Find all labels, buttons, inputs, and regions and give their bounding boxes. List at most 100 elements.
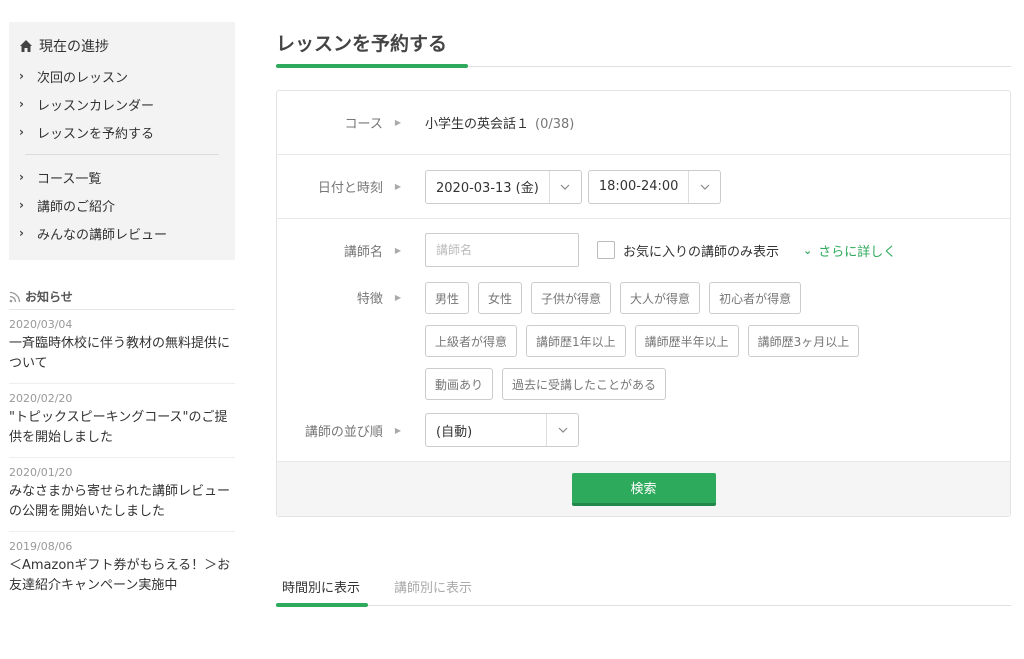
news-date: 2020/03/04 — [9, 318, 73, 331]
datetime-row: 日付と時刻 ▶ 2020-03-13 (金) 18:00-24:00 — [277, 155, 1010, 219]
sidebar-item-lesson-calendar[interactable]: › レッスンカレンダー — [19, 90, 225, 118]
triangle-right-icon: ▶ — [394, 292, 401, 302]
news-date: 2020/02/20 — [9, 392, 73, 405]
sidebar-item-label: レッスンを予約する — [37, 126, 155, 142]
sidebar-item-teachers[interactable]: › 講師のご紹介 — [19, 191, 225, 219]
news-title-label: お知らせ — [25, 290, 73, 304]
news-date: 2020/01/20 — [9, 466, 73, 479]
teacher-name-input[interactable] — [425, 233, 579, 267]
filters-section: 講師名 ▶ お気に入りの講師のみ表示 ⌄ さらに詳しく 特徴 ▶ — [277, 219, 1010, 461]
date-select-value: 2020-03-13 (金) — [436, 181, 539, 196]
teacher-name-label: 講師名 ▶ — [277, 233, 425, 267]
news-link[interactable]: "トピックスピーキングコース"のご提供を開始しました — [9, 408, 235, 448]
triangle-right-icon: ▶ — [394, 425, 401, 435]
progress-title-label: 現在の進捗 — [39, 39, 109, 55]
feature-tag-good-with-beginners[interactable]: 初心者が得意 — [709, 282, 802, 314]
progress-title: 現在の進捗 — [19, 34, 225, 58]
sidebar-item-course-list[interactable]: › コース一覧 — [19, 163, 225, 191]
news-date: 2019/08/06 — [9, 540, 73, 553]
news-item[interactable]: 2020/01/20 みなさまから寄せられた講師レビューの公開を開始いたしました — [9, 458, 235, 532]
chevron-right-icon: › — [19, 69, 24, 83]
teacher-name-label-text: 講師名 — [343, 244, 383, 260]
tab-by-teacher[interactable]: 講師別に表示 — [394, 575, 472, 603]
news-link[interactable]: 一斉臨時休校に伴う教材の無料提供について — [9, 334, 235, 374]
chevron-down-icon — [548, 170, 581, 203]
triangle-right-icon: ▶ — [394, 245, 401, 255]
teacher-name-row: 講師名 ▶ お気に入りの講師のみ表示 ⌄ さらに詳しく — [277, 233, 1010, 267]
feature-tag-good-with-advanced[interactable]: 上級者が得意 — [425, 325, 518, 357]
feature-tag-previously-taken[interactable]: 過去に受講したことがある — [502, 368, 667, 400]
sidebar-item-next-lesson[interactable]: › 次回のレッスン — [19, 62, 225, 90]
sidebar-item-label: みんなの講師レビュー — [37, 227, 168, 243]
order-label-text: 講師の並び順 — [304, 424, 383, 440]
time-select-value: 18:00-24:00 — [598, 179, 679, 194]
features-row: 特徴 ▶ 男性 女性 子供が得意 大人が得意 初心者が得意 上級者が得意 講師歴… — [277, 280, 1010, 411]
datetime-label: 日付と時刻 ▶ — [277, 177, 425, 196]
home-icon — [20, 40, 32, 52]
view-tabs: 時間別に表示 講師別に表示 — [276, 575, 1011, 607]
news-item[interactable]: 2020/03/04 一斉臨時休校に伴う教材の無料提供について — [9, 310, 235, 384]
news-item[interactable]: 2019/08/06 ＜Amazonギフト券がもらえる！＞お友達紹介キャンペーン… — [9, 532, 235, 605]
course-label-text: コース — [344, 117, 383, 132]
feature-tags: 男性 女性 子供が得意 大人が得意 初心者が得意 上級者が得意 講師歴1年以上 … — [425, 282, 905, 411]
checkbox-box[interactable] — [597, 241, 615, 259]
sidebar-item-label: レッスンカレンダー — [37, 98, 155, 114]
search-area: 検索 — [277, 461, 1010, 516]
order-select-value: (自動) — [436, 424, 473, 440]
feature-tag-good-with-adults[interactable]: 大人が得意 — [620, 282, 701, 314]
booking-form: コース ▶ 小学生の英会話１ (0/38) 日付と時刻 ▶ 2020-03-13 … — [276, 90, 1011, 517]
news-link[interactable]: みなさまから寄せられた講師レビューの公開を開始いたしました — [9, 482, 235, 522]
sidebar-divider — [25, 154, 219, 155]
active-tab-indicator — [276, 603, 368, 607]
news-section: お知らせ 2020/03/04 一斉臨時休校に伴う教材の無料提供について 202… — [9, 288, 235, 605]
chevron-down-icon: ⌄ — [803, 243, 813, 257]
feature-tag-female[interactable]: 女性 — [478, 282, 523, 314]
news-title: お知らせ — [9, 288, 235, 310]
chevron-right-icon: › — [19, 226, 24, 240]
search-button[interactable]: 検索 — [571, 472, 716, 506]
feature-tag-half-year-experience[interactable]: 講師歴半年以上 — [634, 325, 739, 357]
triangle-right-icon: ▶ — [394, 118, 401, 127]
progress-box: 現在の進捗 › 次回のレッスン › レッスンカレンダー › レッスンを予約する … — [9, 22, 235, 260]
more-filters-label: さらに詳しく — [818, 244, 897, 260]
feature-tag-good-with-kids[interactable]: 子供が得意 — [531, 282, 612, 314]
favorites-only-label: お気に入りの講師のみ表示 — [623, 244, 780, 260]
sidebar-item-label: 次回のレッスン — [37, 70, 129, 86]
sidebar-item-teacher-reviews[interactable]: › みんなの講師レビュー — [19, 219, 225, 247]
main-content: レッスンを予約する コース ▶ 小学生の英会話１ (0/38) 日付と時刻 ▶ 2… — [276, 24, 1011, 517]
rss-icon — [9, 291, 21, 302]
feature-tag-male[interactable]: 男性 — [425, 282, 470, 314]
title-underline — [276, 64, 1011, 68]
sidebar-item-label: コース一覧 — [37, 171, 102, 187]
features-label-text: 特徴 — [356, 291, 383, 307]
more-filters-link[interactable]: ⌄ さらに詳しく — [803, 233, 896, 267]
news-item[interactable]: 2020/02/20 "トピックスピーキングコース"のご提供を開始しました — [9, 384, 235, 458]
favorites-only-checkbox[interactable]: お気に入りの講師のみ表示 — [597, 233, 779, 267]
sidebar: 現在の進捗 › 次回のレッスン › レッスンカレンダー › レッスンを予約する … — [9, 22, 235, 260]
chevron-down-icon — [688, 170, 720, 203]
chevron-right-icon: › — [19, 125, 24, 139]
title-rule-accent — [276, 64, 468, 68]
course-name: 小学生の英会話１ — [425, 117, 530, 132]
sidebar-item-book-lesson[interactable]: › レッスンを予約する — [19, 118, 225, 146]
triangle-right-icon: ▶ — [394, 182, 401, 191]
features-label: 特徴 ▶ — [277, 280, 425, 314]
course-count: (0/38) — [535, 117, 575, 132]
feature-tag-has-video[interactable]: 動画あり — [425, 368, 494, 400]
course-label: コース ▶ — [277, 113, 425, 132]
date-select[interactable]: 2020-03-13 (金) — [425, 169, 582, 204]
chevron-down-icon — [546, 414, 578, 446]
datetime-label-text: 日付と時刻 — [317, 181, 383, 196]
sidebar-item-label: 講師のご紹介 — [37, 199, 116, 215]
feature-tag-1year-experience[interactable]: 講師歴1年以上 — [526, 325, 626, 357]
course-row: コース ▶ 小学生の英会話１ (0/38) — [277, 91, 1010, 155]
chevron-right-icon: › — [19, 97, 24, 111]
feature-tag-3month-experience[interactable]: 講師歴3ヶ月以上 — [747, 325, 860, 357]
chevron-right-icon: › — [19, 198, 24, 212]
tab-by-time[interactable]: 時間別に表示 — [282, 575, 360, 603]
course-value: 小学生の英会話１ (0/38) — [425, 113, 574, 132]
time-select[interactable]: 18:00-24:00 — [587, 169, 722, 204]
chevron-right-icon: › — [19, 170, 24, 184]
order-select[interactable]: (自動) — [425, 413, 579, 447]
news-link[interactable]: ＜Amazonギフト券がもらえる！＞お友達紹介キャンペーン実施中 — [9, 556, 235, 596]
